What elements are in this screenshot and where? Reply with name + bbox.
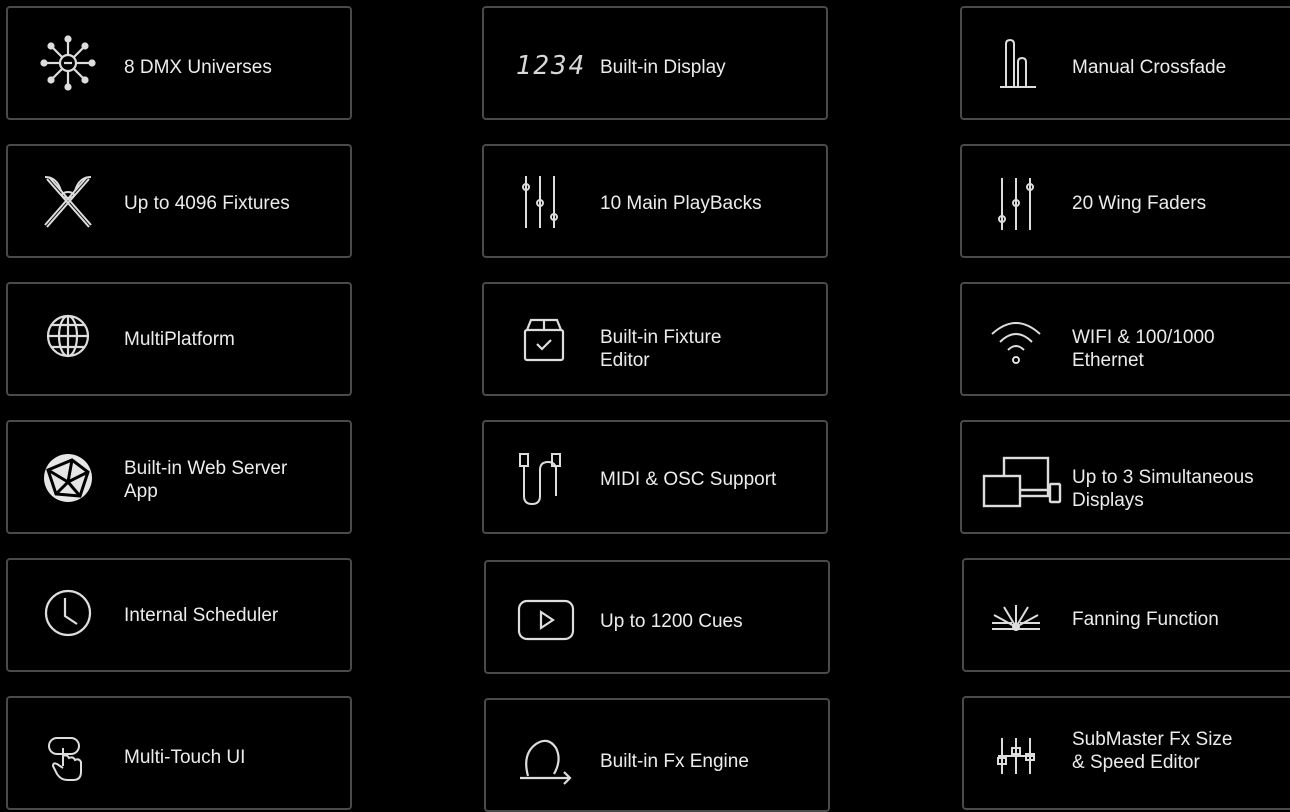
loop-arrow-icon bbox=[514, 728, 578, 792]
submaster-faders-icon bbox=[984, 724, 1048, 788]
feature-label: Built-in Display bbox=[600, 57, 726, 78]
feature-label: SubMaster Fx Size & Speed Editor bbox=[1072, 729, 1233, 773]
feature-card-multi-display: Up to 3 Simultaneous Displays bbox=[960, 420, 1290, 534]
feature-label: Multi-Touch UI bbox=[124, 747, 246, 768]
network-hub-icon bbox=[36, 31, 100, 95]
play-button-icon bbox=[514, 588, 578, 652]
feature-card-submaster-fx: SubMaster Fx Size & Speed Editor bbox=[962, 696, 1290, 810]
feature-card-main-playbacks: 10 Main PlayBacks bbox=[482, 144, 828, 258]
feature-label: Built-in Fx Engine bbox=[600, 751, 749, 772]
feature-label: 10 Main PlayBacks bbox=[600, 193, 762, 214]
feature-label: Fanning Function bbox=[1072, 609, 1219, 630]
feature-label: 20 Wing Faders bbox=[1072, 193, 1207, 214]
feature-card-fixture-editor: Built-in Fixture Editor bbox=[482, 282, 828, 396]
feature-card-midi-osc: MIDI & OSC Support bbox=[482, 420, 828, 534]
feature-card-wing-faders: 20 Wing Faders bbox=[960, 144, 1290, 258]
touch-hand-icon bbox=[36, 726, 100, 790]
feature-card-cues: Up to 1200 Cues bbox=[484, 560, 830, 674]
feature-label: Internal Scheduler bbox=[124, 605, 279, 626]
multi-display-icon bbox=[980, 452, 1064, 516]
feature-card-web-server: Built-in Web Server App bbox=[6, 420, 352, 534]
feature-card-dmx-universes: 8 DMX Universes bbox=[6, 6, 352, 120]
feature-card-fixtures: Up to 4096 Fixtures bbox=[6, 144, 352, 258]
feature-label: Up to 3 Simultaneous Displays bbox=[1072, 467, 1254, 511]
feature-label: Built-in Fixture Editor bbox=[600, 327, 722, 371]
faders-icon bbox=[508, 170, 572, 234]
crossed-fixtures-icon bbox=[36, 169, 100, 233]
feature-card-multiplatform: MultiPlatform bbox=[6, 282, 352, 396]
fanning-icon bbox=[984, 584, 1048, 648]
crossfade-icon bbox=[986, 32, 1050, 96]
clock-icon bbox=[36, 581, 100, 645]
feature-card-built-in-display: 1234 Built-in Display bbox=[482, 6, 828, 120]
feature-label: Up to 1200 Cues bbox=[600, 611, 743, 632]
feature-card-fanning: Fanning Function bbox=[962, 558, 1290, 672]
feature-label: Manual Crossfade bbox=[1072, 57, 1227, 78]
feature-card-fx-engine: Built-in Fx Engine bbox=[484, 698, 830, 812]
feature-card-scheduler: Internal Scheduler bbox=[6, 558, 352, 672]
feature-card-crossfade: Manual Crossfade bbox=[960, 6, 1290, 120]
web-sphere-icon bbox=[36, 446, 100, 510]
feature-label: 8 DMX Universes bbox=[124, 57, 272, 78]
fixture-box-icon bbox=[512, 308, 576, 372]
globe-icon bbox=[36, 304, 100, 368]
feature-card-multi-touch: Multi-Touch UI bbox=[6, 696, 352, 810]
feature-label: WIFI & 100/1000 Ethernet bbox=[1072, 327, 1215, 371]
feature-label: Built-in Web Server App bbox=[124, 458, 288, 502]
feature-label: MIDI & OSC Support bbox=[600, 469, 777, 490]
seven-segment-display-icon: 1234 bbox=[515, 51, 587, 81]
feature-label: MultiPlatform bbox=[124, 329, 235, 350]
feature-label: Up to 4096 Fixtures bbox=[124, 193, 290, 214]
wing-faders-icon bbox=[984, 172, 1048, 236]
feature-card-wifi-ethernet: WIFI & 100/1000 Ethernet bbox=[960, 282, 1290, 396]
wifi-icon bbox=[984, 308, 1048, 372]
midi-cable-icon bbox=[508, 448, 572, 512]
